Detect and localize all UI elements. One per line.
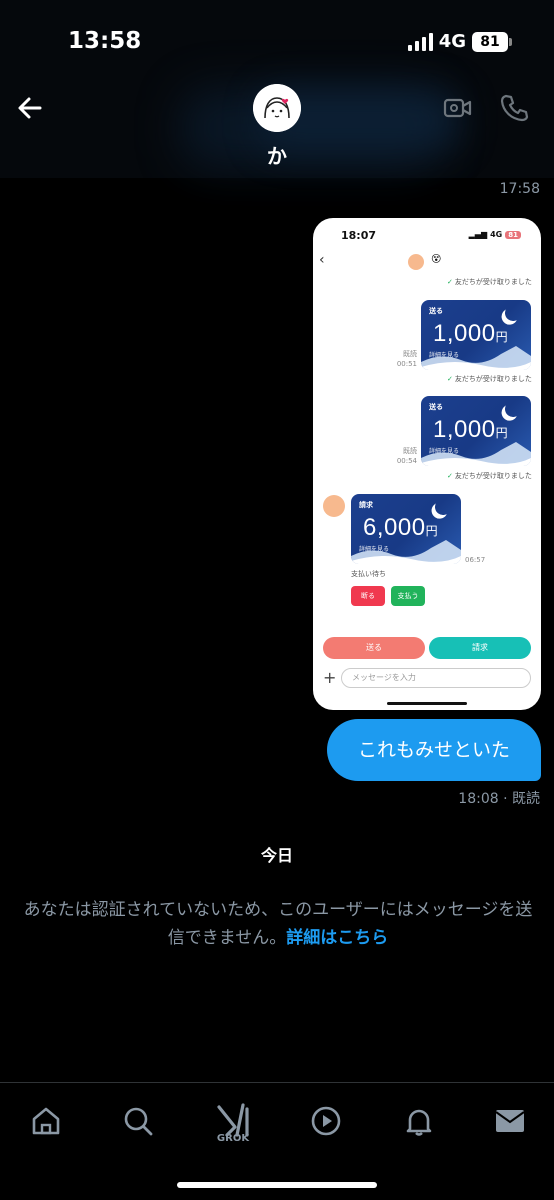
contact-name[interactable]: か [0, 140, 554, 169]
read-receipt: 既読 00:51 [396, 350, 417, 368]
mountain-wave-icon [351, 540, 461, 564]
money-card-sent: 送る 1,000円 詳細を見る [421, 300, 531, 370]
embedded-battery: 81 [505, 230, 521, 239]
battery-icon: 81 [472, 31, 512, 52]
avatar[interactable] [253, 84, 301, 132]
my-message-bubble[interactable]: これもみせといた [327, 719, 541, 781]
embedded-home-indicator [387, 702, 467, 705]
video-icon[interactable] [306, 1101, 346, 1141]
read-receipt: 既読 00:54 [396, 447, 417, 465]
mountain-wave-icon [421, 346, 531, 370]
check-icon: ✓ [447, 278, 453, 286]
status-bar: 13:58 4G 81 [0, 0, 554, 80]
status-time: 13:58 [68, 28, 142, 54]
sender-avatar [323, 495, 345, 517]
card-label: 送る [429, 403, 443, 411]
network-type: 4G [438, 31, 466, 52]
pending-status: 支払い待ち [351, 570, 386, 578]
card-label: 請求 [359, 501, 373, 509]
mountain-wave-icon [421, 442, 531, 466]
embedded-avatar [408, 254, 424, 270]
embedded-received-note: ✓ 友だちが受け取りました [447, 278, 532, 286]
embedded-signal-icon: ▂▄▆ [468, 230, 488, 239]
shared-screenshot[interactable]: 18:07 ▂▄▆ 4G 81 ‹ 😵 ✓ 友だちが受け取りました 送る 1,00… [313, 218, 541, 710]
status-indicators: 4G 81 [407, 31, 512, 52]
embedded-plus-icon: + [323, 668, 337, 687]
money-card-sent: 送る 1,000円 詳細を見る [421, 396, 531, 466]
back-arrow-icon[interactable] [14, 92, 46, 124]
check-icon: ✓ [447, 472, 453, 480]
pay-button: 支払う [391, 586, 425, 606]
embedded-received-note: ✓ 友だちが受け取りました [447, 375, 532, 383]
home-indicator [177, 1182, 377, 1188]
embedded-message-input: メッセージを入力 [341, 668, 531, 688]
notice-text: あなたは認証されていないため、このユーザーにはメッセージを送信できません。 [23, 900, 533, 948]
request-money-button: 請求 [429, 637, 531, 659]
video-call-icon[interactable] [442, 92, 474, 124]
notifications-icon[interactable] [399, 1101, 439, 1141]
money-card-request: 請求 6,000円 詳細を見る [351, 494, 461, 564]
day-divider: 今日 [260, 846, 293, 865]
signal-icon [407, 32, 433, 51]
messages-icon[interactable] [490, 1101, 530, 1141]
search-icon[interactable] [118, 1101, 158, 1141]
message-time: 06:57 [465, 556, 486, 564]
avatar-illustration [253, 84, 301, 132]
cannot-send-notice: あなたは認証されていないため、このユーザーにはメッセージを送信できません。詳細は… [18, 896, 538, 952]
embedded-status: ▂▄▆ 4G 81 [469, 230, 521, 239]
embedded-time: 18:07 [341, 229, 377, 242]
embedded-back-icon: ‹ [319, 252, 325, 268]
decline-button: 断る [351, 586, 385, 606]
embedded-received-note: ✓ 友だちが受け取りました [447, 472, 532, 480]
conversation-header: か [0, 80, 554, 178]
learn-more-link[interactable]: 詳細はこちら [286, 928, 388, 948]
check-icon: ✓ [447, 375, 453, 383]
message-timestamp: 17:58 [499, 181, 540, 197]
home-icon[interactable] [26, 1101, 66, 1141]
message-meta: 18:08 · 既読 [458, 791, 540, 807]
phone-icon[interactable] [498, 92, 530, 124]
embedded-emoji: 😵 [431, 254, 442, 265]
embedded-network: 4G [490, 230, 503, 239]
send-money-button: 送る [323, 637, 425, 659]
card-label: 送る [429, 307, 443, 315]
grok-label: GROK [216, 1133, 250, 1144]
